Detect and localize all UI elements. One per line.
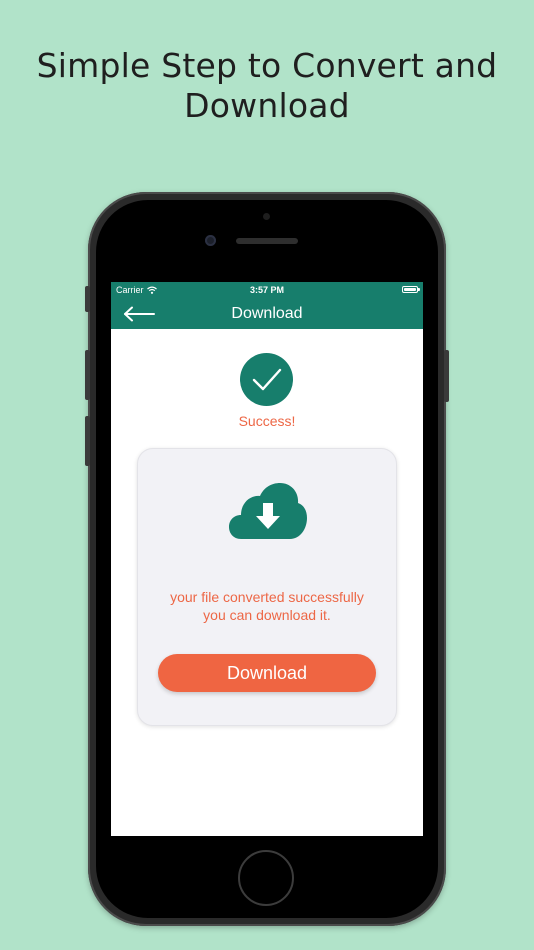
navigation-bar: Download	[111, 298, 423, 329]
message-line-2: you can download it.	[203, 607, 331, 623]
home-button[interactable]	[238, 850, 294, 906]
conversion-message: your file converted successfully you can…	[138, 588, 396, 624]
download-button[interactable]: Download	[158, 654, 376, 692]
power-button	[444, 350, 449, 402]
front-camera	[205, 235, 216, 246]
cloud-download-icon	[229, 483, 307, 539]
headline-line-1: Simple Step to Convert and	[36, 46, 498, 85]
earpiece-speaker	[236, 238, 298, 244]
success-badge	[240, 353, 293, 406]
volume-down-button	[85, 416, 90, 466]
nav-title: Download	[231, 305, 303, 322]
checkmark-icon	[252, 368, 281, 390]
marketing-headline: Simple Step to Convert and Download	[0, 46, 534, 126]
headline-line-2: Download	[184, 86, 350, 125]
status-bar: Carrier 3:57 PM	[111, 282, 423, 298]
battery-level	[404, 288, 416, 291]
status-time: 3:57 PM	[249, 285, 284, 295]
mute-switch	[85, 286, 90, 312]
download-card: your file converted successfully you can…	[137, 448, 397, 726]
battery-icon	[402, 286, 420, 293]
success-label: Success!	[238, 413, 296, 429]
proximity-sensor	[263, 213, 270, 220]
phone-screen: Carrier 3:57 PM Download Success! your f…	[111, 282, 423, 836]
message-line-1: your file converted successfully	[170, 589, 364, 605]
volume-up-button	[85, 350, 90, 400]
